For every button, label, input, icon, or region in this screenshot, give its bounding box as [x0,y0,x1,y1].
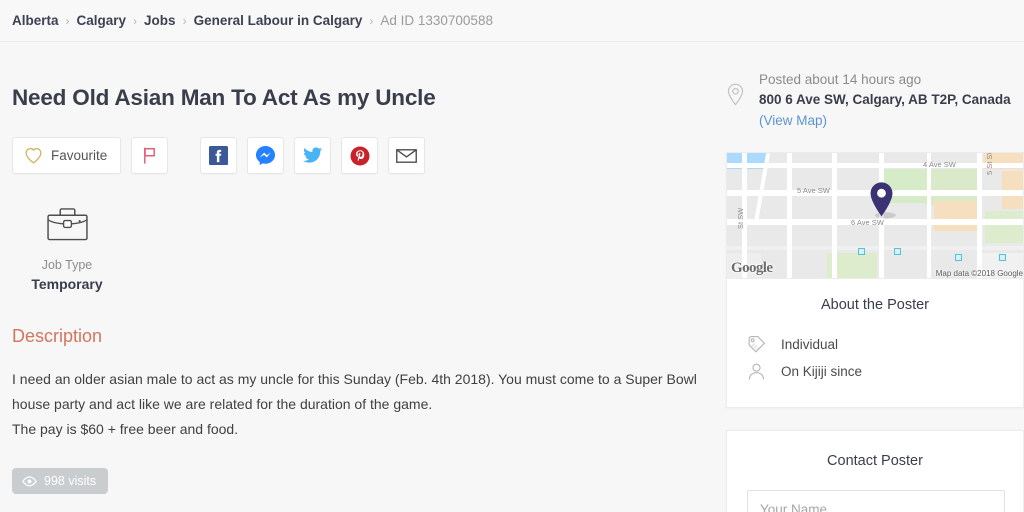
breadcrumb-item-general-labour[interactable]: General Labour in Calgary [194,13,363,28]
map-marker-icon [867,181,896,221]
report-ad-button[interactable] [131,137,169,174]
breadcrumb-separator: › [182,13,187,28]
breadcrumb-separator: › [133,13,138,28]
heart-icon [24,147,43,164]
contact-poster-card: Contact Poster [726,430,1024,512]
messenger-icon [255,145,276,166]
facebook-icon [209,146,229,165]
ad-attributes: Job Type Temporary [12,202,698,292]
map-road [832,153,837,278]
map-transit-icon [955,254,962,261]
map-attribution: Map data ©2018 Google [935,269,1023,278]
favourite-label: Favourite [51,148,108,163]
flag-icon [142,147,157,164]
description-body: I need an older asian male to act as my … [12,367,698,442]
description-line-2: The pay is $60 + free beer and food. [12,421,239,437]
map-street-label: 4 Ave SW [923,160,956,169]
map-street-label: 5 St SW [985,153,994,175]
view-map-link[interactable]: (View Map) [759,111,827,131]
pinterest-icon [350,146,370,166]
ad-main-column: Need Old Asian Man To Act As my Uncle Fa… [0,42,710,494]
share-messenger-button[interactable] [247,137,285,174]
map-transit-icon [894,248,901,255]
breadcrumb-separator: › [369,13,374,28]
attribute-value: Temporary [31,276,103,292]
contact-name-input[interactable] [747,490,1005,512]
briefcase-icon [12,202,122,244]
share-twitter-button[interactable] [294,137,332,174]
breadcrumb-separator: › [65,13,70,28]
map-park [985,211,1023,243]
eye-icon [22,475,37,487]
map-card: 4 Ave SW 5 Ave SW 6 Ave SW 5 St SW St SW [726,152,1024,278]
page-title: Need Old Asian Man To Act As my Uncle [12,85,436,110]
breadcrumb-item-calgary[interactable]: Calgary [77,13,127,28]
poster-since-label: On Kijiji since [781,364,863,379]
google-logo: Google [731,260,773,276]
location-pin-icon [726,70,746,131]
breadcrumb: Alberta › Calgary › Jobs › General Labou… [0,0,1024,42]
ad-action-bar: Favourite [12,137,698,174]
map-road [977,153,982,278]
twitter-icon [302,146,323,165]
about-poster-card: About the Poster Individual On Kijiji si… [726,278,1024,408]
poster-row-since: On Kijiji since [747,358,1023,385]
share-pinterest-button[interactable] [341,137,379,174]
map-road [787,153,792,278]
posted-info: Posted about 14 hours ago 800 6 Ave SW, … [720,42,1016,131]
posted-text-group: Posted about 14 hours ago 800 6 Ave SW, … [759,70,1011,131]
breadcrumb-item-ad-id: Ad ID 1330700588 [380,13,493,28]
attribute-job-type: Job Type Temporary [12,202,122,292]
map-road [927,153,931,278]
about-poster-rows: Individual On Kijiji since [727,331,1023,385]
map-transit-icon [999,254,1006,261]
description-heading: Description [12,326,103,346]
map-park [925,169,977,205]
share-email-button[interactable] [388,137,426,174]
favourite-button[interactable]: Favourite [12,137,122,174]
poster-type-label: Individual [781,337,839,352]
description-line-1: I need an older asian male to act as my … [12,371,697,412]
map-area [934,201,979,231]
posted-timestamp: Posted about 14 hours ago [759,72,922,87]
map-transit-icon [858,248,865,255]
person-icon [747,362,766,381]
poster-row-type: Individual [747,331,1023,358]
map-street-label: 5 Ave SW [797,186,830,195]
visits-label: 998 visits [44,474,97,488]
contact-poster-title: Contact Poster [827,453,923,469]
breadcrumb-item-alberta[interactable]: Alberta [12,13,59,28]
posted-address: 800 6 Ave SW, Calgary, AB T2P, Canada [759,92,1011,107]
map-street-label: St SW [736,207,745,229]
breadcrumb-item-jobs[interactable]: Jobs [144,13,176,28]
email-icon [396,148,418,164]
share-facebook-button[interactable] [200,137,238,174]
location-map[interactable]: 4 Ave SW 5 Ave SW 6 Ave SW 5 St SW St SW [727,153,1023,278]
about-poster-title: About the Poster [820,297,929,313]
page-body: Need Old Asian Man To Act As my Uncle Fa… [0,42,1024,512]
attribute-label: Job Type [41,258,93,272]
ad-sidebar: Posted about 14 hours ago 800 6 Ave SW, … [710,42,1024,512]
price-tag-icon [747,335,766,354]
status-badge-visits: 998 visits [12,468,109,494]
